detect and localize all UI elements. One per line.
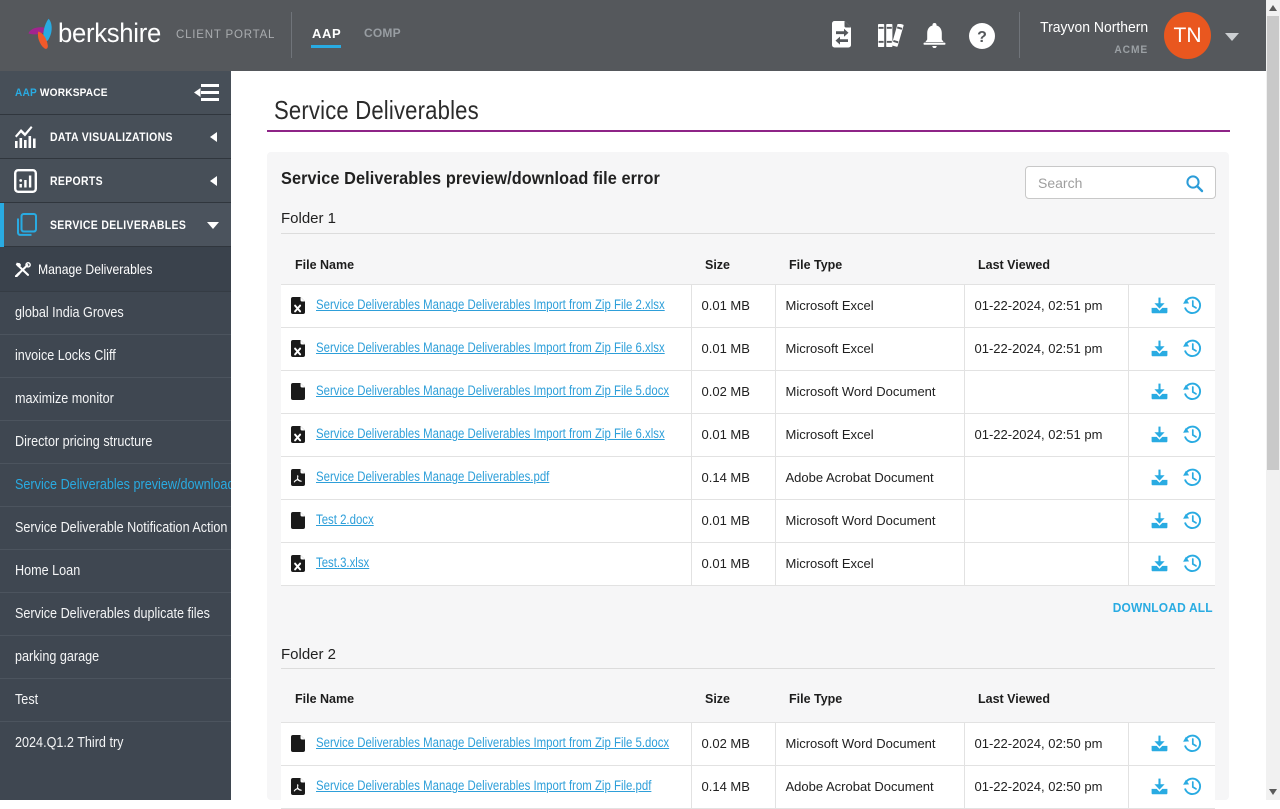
svg-text:?: ? — [977, 29, 987, 46]
